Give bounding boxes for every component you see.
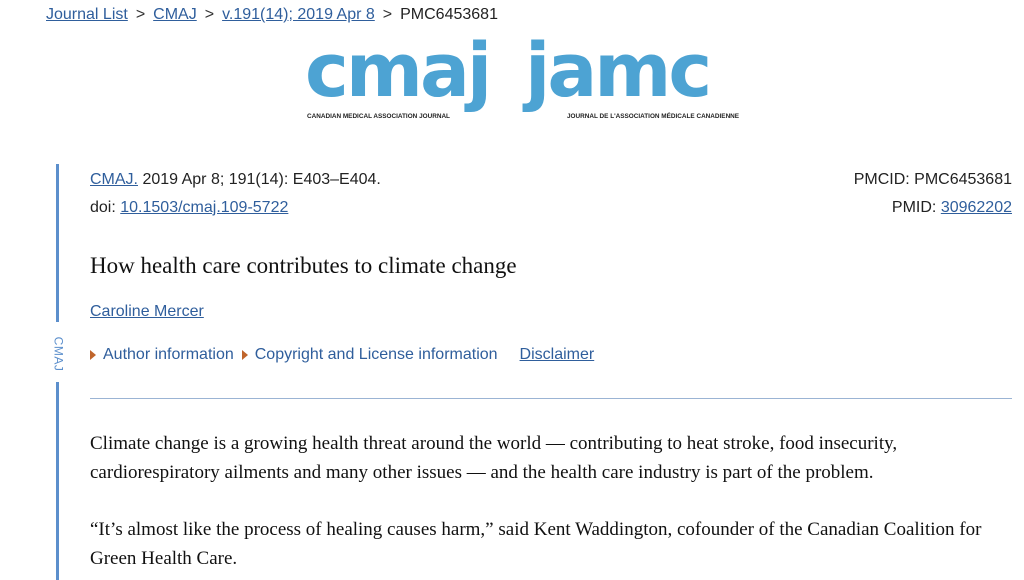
author-link[interactable]: Caroline Mercer	[90, 303, 204, 321]
cmaj-jamc-logo-graphic: cmaj jamc CANADIAN MEDICAL ASSOCIATION J…	[305, 28, 740, 120]
expand-triangle-icon	[241, 350, 248, 360]
copyright-license-label: Copyright and License information	[254, 346, 498, 363]
breadcrumb-journal-list[interactable]: Journal List	[46, 6, 128, 23]
breadcrumb-separator: >	[204, 6, 215, 23]
breadcrumb-issue[interactable]: v.191(14); 2019 Apr 8	[222, 6, 375, 23]
copyright-license-toggle[interactable]: Copyright and License information	[241, 346, 498, 364]
logo-word-left: cmaj	[305, 38, 489, 114]
breadcrumb: Journal List > CMAJ > v.191(14); 2019 Apr 8 >…	[46, 6, 498, 24]
body-paragraph: Climate change is a growing health threa…	[90, 433, 898, 483]
citation-details: 2019 Apr 8; 191(14): E403–E404.	[138, 171, 381, 188]
breadcrumb-current: PMC6453681	[400, 6, 498, 23]
logo-caption-right: JOURNAL DE L'ASSOCIATION MÉDICALE CANADI…	[567, 111, 740, 120]
side-accent-bar-bottom	[56, 382, 59, 580]
doi-link[interactable]: 10.1503/cmaj.109-5722	[120, 199, 288, 216]
side-journal-label: CMAJ	[51, 336, 66, 372]
pmcid: PMCID: PMC6453681	[853, 171, 1012, 188]
breadcrumb-separator: >	[382, 6, 393, 23]
body-paragraph: “It’s almost like the process of healing…	[90, 519, 982, 569]
logo-word-right: jamc	[522, 38, 709, 114]
article-title: How health care contributes to climate c…	[90, 253, 517, 278]
breadcrumb-cmaj[interactable]: CMAJ	[153, 6, 197, 23]
disclaimer-link[interactable]: Disclaimer	[520, 346, 595, 364]
journal-logo[interactable]: cmaj jamc CANADIAN MEDICAL ASSOCIATION J…	[305, 28, 755, 130]
author-information-toggle[interactable]: Author information	[90, 346, 234, 364]
doi-line: doi: 10.1503/cmaj.109-5722	[90, 199, 288, 217]
side-accent-bar-top	[56, 164, 59, 322]
section-divider	[90, 398, 1012, 399]
article-info-links: Author information Copyright and License…	[90, 346, 594, 364]
logo-caption-left: CANADIAN MEDICAL ASSOCIATION JOURNAL	[307, 113, 450, 120]
pmid-link[interactable]: 30962202	[941, 199, 1012, 216]
journal-link[interactable]: CMAJ.	[90, 171, 138, 188]
citation-line: CMAJ. 2019 Apr 8; 191(14): E403–E404.	[90, 171, 381, 189]
author-information-label: Author information	[103, 346, 234, 363]
pmid-line: PMID: 30962202	[892, 199, 1012, 217]
doi-label: doi:	[90, 199, 121, 216]
expand-triangle-icon	[90, 350, 96, 360]
breadcrumb-separator: >	[135, 6, 146, 23]
pmid-label: PMID:	[891, 199, 941, 216]
